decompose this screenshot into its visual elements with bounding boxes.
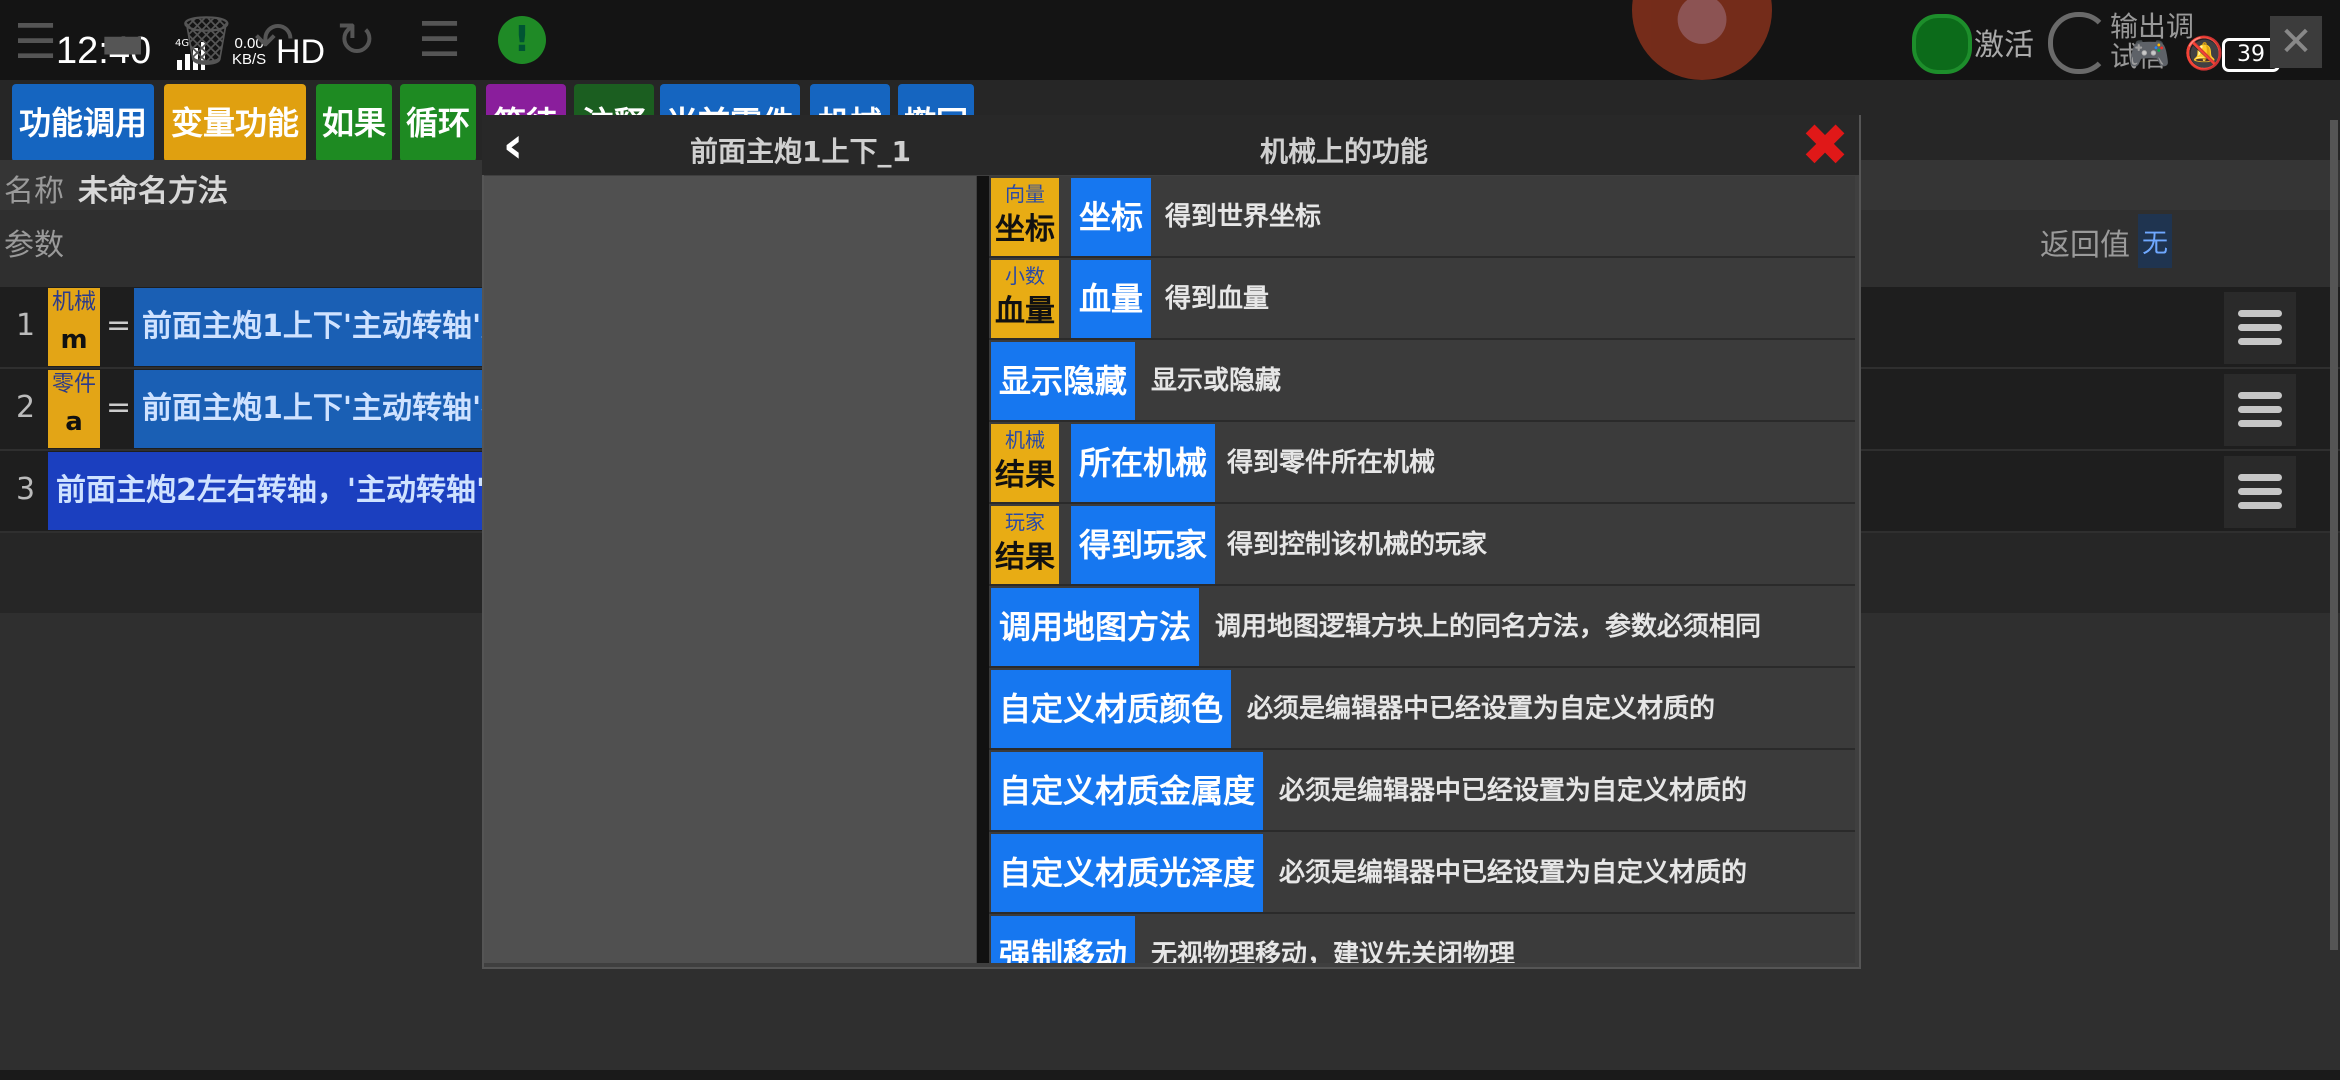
return-type-badge: 玩家 结果 [991,506,1059,584]
activate-label[interactable]: 激活 [1974,20,2034,64]
variable-type: 零件 [51,372,96,397]
return-type-kind: 小数 [1005,264,1045,288]
tool-variable[interactable]: 变量功能 [164,84,306,162]
function-button[interactable]: 坐标 [1071,178,1152,256]
dialog-header [482,115,1859,175]
function-description: 显示或隐藏 [1151,366,1282,396]
return-type-badge: 小数 血量 [991,260,1059,338]
function-description: 调用地图逻辑方块上的同名方法，参数必须相同 [1215,612,1762,642]
variable-type: 机械 [51,290,96,315]
function-description: 必须是编辑器中已经设置为自定义材质的 [1279,776,1748,806]
pane-divider [977,176,989,963]
list-icon[interactable]: ☰ [418,12,461,68]
function-button[interactable]: 所在机械 [1071,424,1216,502]
function-item[interactable]: 向量 坐标 坐标 得到世界坐标 [989,176,1855,258]
close-icon[interactable]: ✕ [2270,16,2322,68]
return-type-name: 结果 [995,540,1055,575]
return-type-name: 血量 [995,294,1055,329]
function-item[interactable]: 机械 结果 所在机械 得到零件所在机械 [989,422,1855,504]
delete-icon[interactable]: 🗑 [176,12,237,69]
return-label: 返回值 [2040,228,2130,263]
expression-block[interactable]: 前面主炮1上下'主动转轴'所在机械 [134,288,502,366]
function-description: 必须是编辑器中已经设置为自定义材质的 [1247,694,1716,724]
return-type-kind: 玩家 [1005,510,1045,534]
variable-name: a [65,407,83,437]
return-type-selector[interactable]: 无 [2138,214,2172,268]
assign-operator: = [106,308,132,343]
tool-loop[interactable]: 循环 [400,84,476,162]
save-icon[interactable]: ▬ [100,14,145,70]
assign-operator: = [106,390,132,425]
function-item[interactable]: 自定义材质颜色 必须是编辑器中已经设置为自定义材质的 [989,668,1855,750]
tool-function-call[interactable]: 功能调用 [12,84,154,162]
return-type-badge: 向量 坐标 [991,178,1059,256]
function-item[interactable]: 强制移动 无视物理移动，建议先关闭物理 [989,914,1855,963]
expression-block[interactable]: 前面主炮2左右转轴，'主动转轴'转动 角度 0 转动方式 朝向目标 [48,452,502,530]
function-button[interactable]: 自定义材质金属度 [991,752,1264,830]
dialog-title: 机械上的功能 [1260,135,1429,168]
row-menu-icon[interactable] [2224,292,2296,364]
variable-name: m [60,325,88,355]
row-menu-icon[interactable] [2224,456,2296,528]
menu-icon[interactable]: ☰ [14,14,57,70]
function-item[interactable]: 自定义材质光泽度 必须是编辑器中已经设置为自定义材质的 [989,832,1855,914]
function-item[interactable]: 显示隐藏 显示或隐藏 [989,340,1855,422]
line-number: 3 [16,472,36,507]
function-item[interactable]: 自定义材质金属度 必须是编辑器中已经设置为自定义材质的 [989,750,1855,832]
variable-badge[interactable]: 机械 m [48,288,100,366]
part-title: 前面主炮1上下_1 [690,135,911,168]
function-list[interactable]: 向量 坐标 坐标 得到世界坐标 小数 血量 血量 得到血量 显示隐藏 显示或隐藏… [989,176,1855,963]
function-description: 得到零件所在机械 [1227,448,1436,478]
return-type-kind: 机械 [1005,428,1045,452]
function-item[interactable]: 小数 血量 血量 得到血量 [989,258,1855,340]
function-description: 必须是编辑器中已经设置为自定义材质的 [1279,858,1748,888]
mute-icon: 🔕 [2184,34,2224,72]
gamepad-icon: 🎮 [2128,34,2171,74]
function-description: 得到世界坐标 [1165,202,1322,232]
close-icon[interactable]: ✖ [1800,116,1850,174]
variable-badge[interactable]: 零件 a [48,370,100,448]
row-menu-icon[interactable] [2224,374,2296,446]
back-chevron-icon[interactable]: ‹ [486,116,540,174]
expression-block[interactable]: 前面主炮1上下'主动转轴'零件变量 [134,370,502,448]
return-type-kind: 向量 [1005,182,1045,206]
function-item[interactable]: 玩家 结果 得到玩家 得到控制该机械的玩家 [989,504,1855,586]
function-description: 无视物理移动，建议先关闭物理 [1151,940,1516,963]
function-button[interactable]: 强制移动 [991,916,1136,963]
page-scrollbar[interactable] [2330,120,2338,950]
redo-icon[interactable]: ↻ [336,12,376,68]
line-number: 2 [16,390,36,425]
undo-icon[interactable]: ↶ [254,12,294,68]
line-number: 1 [16,308,36,343]
function-button[interactable]: 得到玩家 [1071,506,1216,584]
warning-icon[interactable]: ! [498,16,546,64]
method-name-label: 名称 [4,174,64,209]
check-icon [1912,14,1972,74]
method-name-input[interactable]: 未命名方法 [78,166,228,210]
function-button[interactable]: 显示隐藏 [991,342,1136,420]
tool-if[interactable]: 如果 [316,84,392,162]
function-button[interactable]: 自定义材质颜色 [991,670,1232,748]
function-button[interactable]: 自定义材质光泽度 [991,834,1264,912]
function-button[interactable]: 调用地图方法 [991,588,1200,666]
return-type-badge: 机械 结果 [991,424,1059,502]
function-button[interactable]: 血量 [1071,260,1152,338]
function-description: 得到血量 [1165,284,1270,314]
function-item[interactable]: 调用地图方法 调用地图逻辑方块上的同名方法，参数必须相同 [989,586,1855,668]
part-list-pane[interactable] [484,176,976,963]
bottom-edge [0,1070,2340,1080]
return-type-name: 结果 [995,458,1055,493]
return-type-name: 坐标 [995,212,1055,247]
function-description: 得到控制该机械的玩家 [1227,530,1488,560]
params-label: 参数 [4,228,64,263]
loading-icon [2048,12,2110,74]
